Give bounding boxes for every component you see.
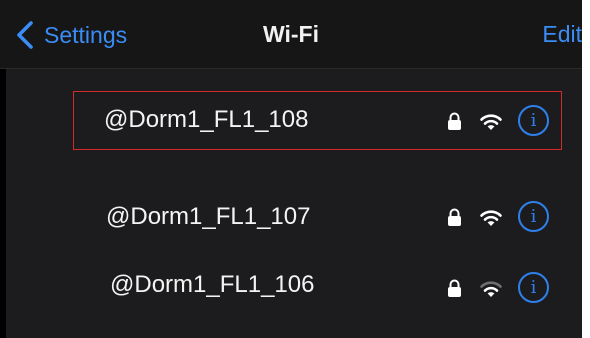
network-name: @Dorm1_FL1_107 <box>106 203 311 230</box>
wifi-icon <box>480 281 502 297</box>
info-icon[interactable]: i <box>518 201 549 232</box>
wifi-settings-screen: Settings Wi-Fi Edit @Dorm1_FL1_108 i @Do… <box>0 0 582 338</box>
edit-button[interactable]: Edit <box>542 21 582 48</box>
screenshot-margin <box>582 0 590 338</box>
wifi-icon <box>480 114 502 130</box>
network-row-dorm1-fl1-108[interactable]: @Dorm1_FL1_108 i <box>6 91 582 173</box>
network-row-dorm1-fl1-106[interactable]: @Dorm1_FL1_106 i <box>6 258 582 338</box>
network-row-dorm1-fl1-107[interactable]: @Dorm1_FL1_107 i <box>6 177 582 259</box>
network-list: @Dorm1_FL1_108 i @Dorm1_FL1_107 i @Dorm1… <box>6 69 582 338</box>
page-title: Wi-Fi <box>263 21 319 47</box>
info-icon[interactable]: i <box>518 105 549 136</box>
navigation-bar: Settings Wi-Fi Edit <box>0 0 582 69</box>
lock-icon <box>448 279 461 297</box>
network-name: @Dorm1_FL1_108 <box>104 106 309 133</box>
lock-icon <box>448 112 461 130</box>
network-name: @Dorm1_FL1_106 <box>110 271 315 298</box>
info-icon[interactable]: i <box>518 272 549 303</box>
wifi-icon <box>480 210 502 226</box>
lock-icon <box>448 208 461 226</box>
